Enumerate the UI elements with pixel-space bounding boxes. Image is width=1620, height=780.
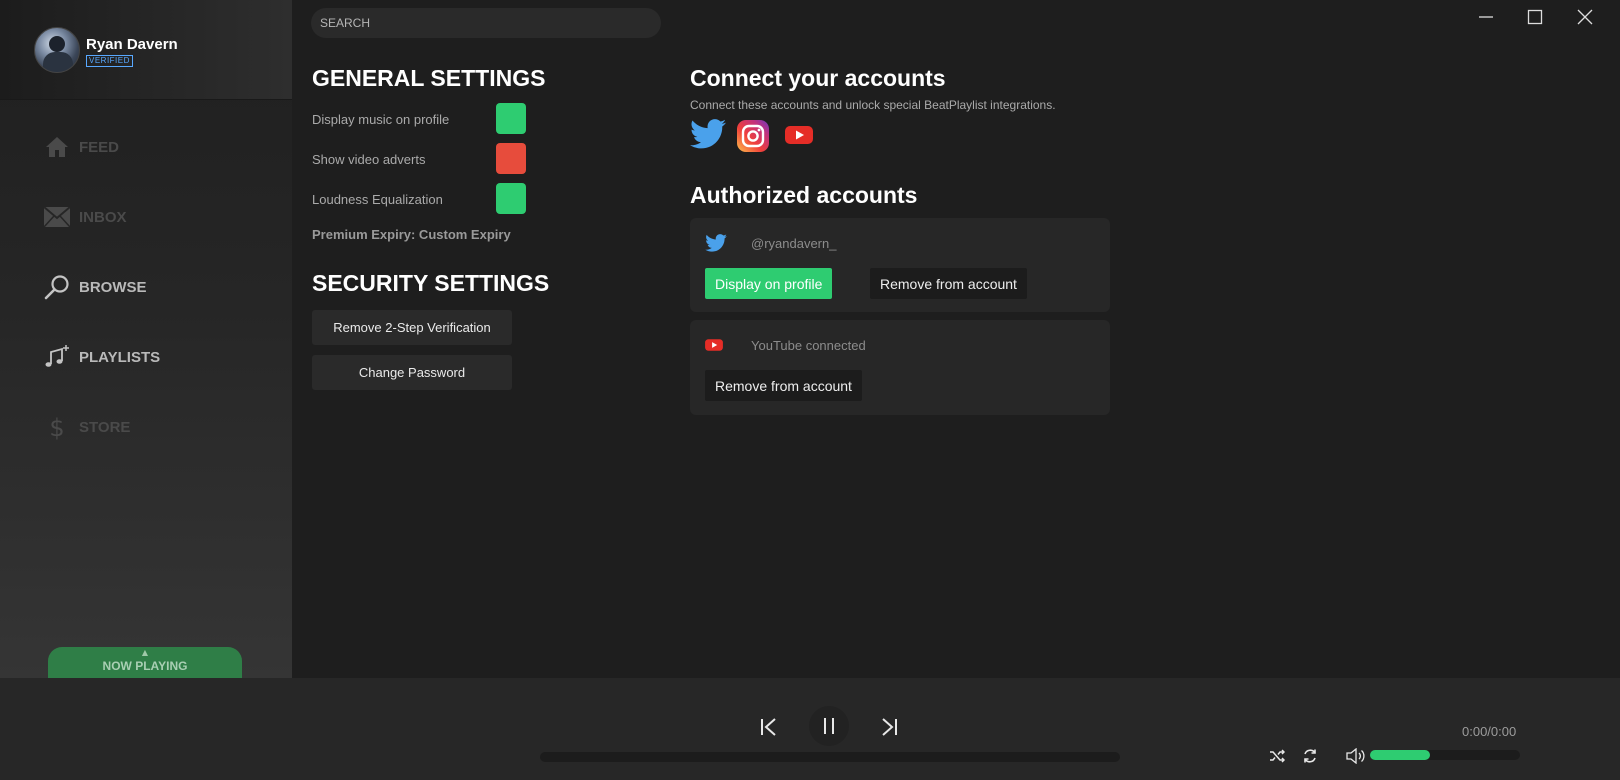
shuffle-icon xyxy=(1270,749,1285,763)
sidebar-item-feed[interactable]: FEED xyxy=(0,112,292,182)
twitter-icon xyxy=(705,234,727,252)
instagram-icon xyxy=(737,120,769,152)
volume-fill xyxy=(1370,750,1430,760)
volume-icon xyxy=(1346,748,1365,764)
youtube-connect-button[interactable] xyxy=(785,124,813,150)
sidebar-item-label: FEED xyxy=(79,138,120,156)
track-time: 0:00/0:00 xyxy=(1462,724,1517,739)
repeat-icon xyxy=(1304,749,1316,763)
minimize-icon xyxy=(1479,16,1493,18)
security-settings-title: SECURITY SETTINGS xyxy=(312,270,550,296)
remove-youtube-button[interactable]: Remove from account xyxy=(705,370,862,401)
connect-accounts-subtitle: Connect these accounts and unlock specia… xyxy=(690,98,1056,112)
twitter-handle: @ryandavern_ xyxy=(751,236,837,251)
twitter-account-card: @ryandavern_ Display on profile Remove f… xyxy=(690,218,1110,312)
repeat-button[interactable] xyxy=(1299,745,1321,767)
sidebar-item-store[interactable]: $ STORE xyxy=(0,392,292,462)
sidebar-item-label: STORE xyxy=(79,418,131,436)
now-playing-label: NOW PLAYING xyxy=(102,659,188,673)
youtube-account-card: YouTube connected Remove from account xyxy=(690,320,1110,415)
minimize-button[interactable] xyxy=(1466,4,1506,30)
maximize-button[interactable] xyxy=(1515,4,1555,30)
connect-accounts-title: Connect your accounts xyxy=(690,65,946,91)
setting-label: Display music on profile xyxy=(312,112,450,127)
sidebar-item-inbox[interactable]: INBOX xyxy=(0,182,292,252)
avatar[interactable] xyxy=(34,27,80,73)
home-icon xyxy=(44,134,70,160)
display-music-toggle[interactable] xyxy=(496,103,526,134)
dollar-icon: $ xyxy=(44,414,70,440)
chevron-up-icon: ▲ xyxy=(141,648,149,657)
youtube-icon xyxy=(785,126,813,144)
search-input[interactable] xyxy=(311,8,661,38)
skip-previous-icon xyxy=(761,718,776,736)
close-icon xyxy=(1577,9,1593,25)
sidebar-item-label: INBOX xyxy=(79,208,127,226)
sidebar: Ryan Davern VERIFIED FEED INBOX BROWSE P… xyxy=(0,0,292,681)
search-icon xyxy=(44,274,70,300)
display-on-profile-button[interactable]: Display on profile xyxy=(705,268,833,299)
authorized-accounts-title: Authorized accounts xyxy=(690,182,918,208)
track-progress-bar[interactable] xyxy=(540,752,1120,762)
twitter-connect-button[interactable] xyxy=(690,119,726,153)
close-button[interactable] xyxy=(1565,4,1605,30)
svg-text:$: $ xyxy=(49,414,64,440)
sidebar-nav: FEED INBOX BROWSE PLAYLISTS $ STORE xyxy=(0,112,292,462)
sidebar-item-label: PLAYLISTS xyxy=(79,348,161,366)
user-name: Ryan Davern xyxy=(86,36,178,53)
profile-header[interactable]: Ryan Davern VERIFIED xyxy=(0,0,292,100)
instagram-connect-button[interactable] xyxy=(736,119,770,157)
sidebar-item-browse[interactable]: BROWSE xyxy=(0,252,292,322)
mail-icon xyxy=(44,204,70,230)
shuffle-button[interactable] xyxy=(1266,745,1288,767)
maximize-icon xyxy=(1527,9,1543,25)
premium-expiry: Premium Expiry: Custom Expiry xyxy=(312,227,511,242)
youtube-status: YouTube connected xyxy=(751,338,866,353)
music-note-icon xyxy=(44,344,70,370)
change-password-button[interactable]: Change Password xyxy=(312,355,512,390)
now-playing-tab[interactable]: ▲ NOW PLAYING xyxy=(48,647,242,681)
twitter-icon xyxy=(690,119,726,149)
remove-twitter-button[interactable]: Remove from account xyxy=(870,268,1027,299)
setting-label: Show video adverts xyxy=(312,152,426,167)
remove-2step-button[interactable]: Remove 2-Step Verification xyxy=(312,310,512,345)
pause-icon xyxy=(824,718,834,734)
setting-label: Loudness Equalization xyxy=(312,192,443,207)
previous-track-button[interactable] xyxy=(754,712,784,742)
verified-badge: VERIFIED xyxy=(86,55,133,67)
skip-next-icon xyxy=(882,718,897,736)
next-track-button[interactable] xyxy=(874,712,904,742)
general-settings-title: GENERAL SETTINGS xyxy=(312,65,546,91)
loudness-equalization-toggle[interactable] xyxy=(496,183,526,214)
video-adverts-toggle[interactable] xyxy=(496,143,526,174)
volume-button[interactable] xyxy=(1344,744,1368,768)
volume-slider[interactable] xyxy=(1370,750,1520,760)
play-pause-button[interactable] xyxy=(809,706,849,746)
sidebar-item-label: BROWSE xyxy=(79,278,147,296)
sidebar-item-playlists[interactable]: PLAYLISTS xyxy=(0,322,292,392)
youtube-icon xyxy=(705,339,723,351)
